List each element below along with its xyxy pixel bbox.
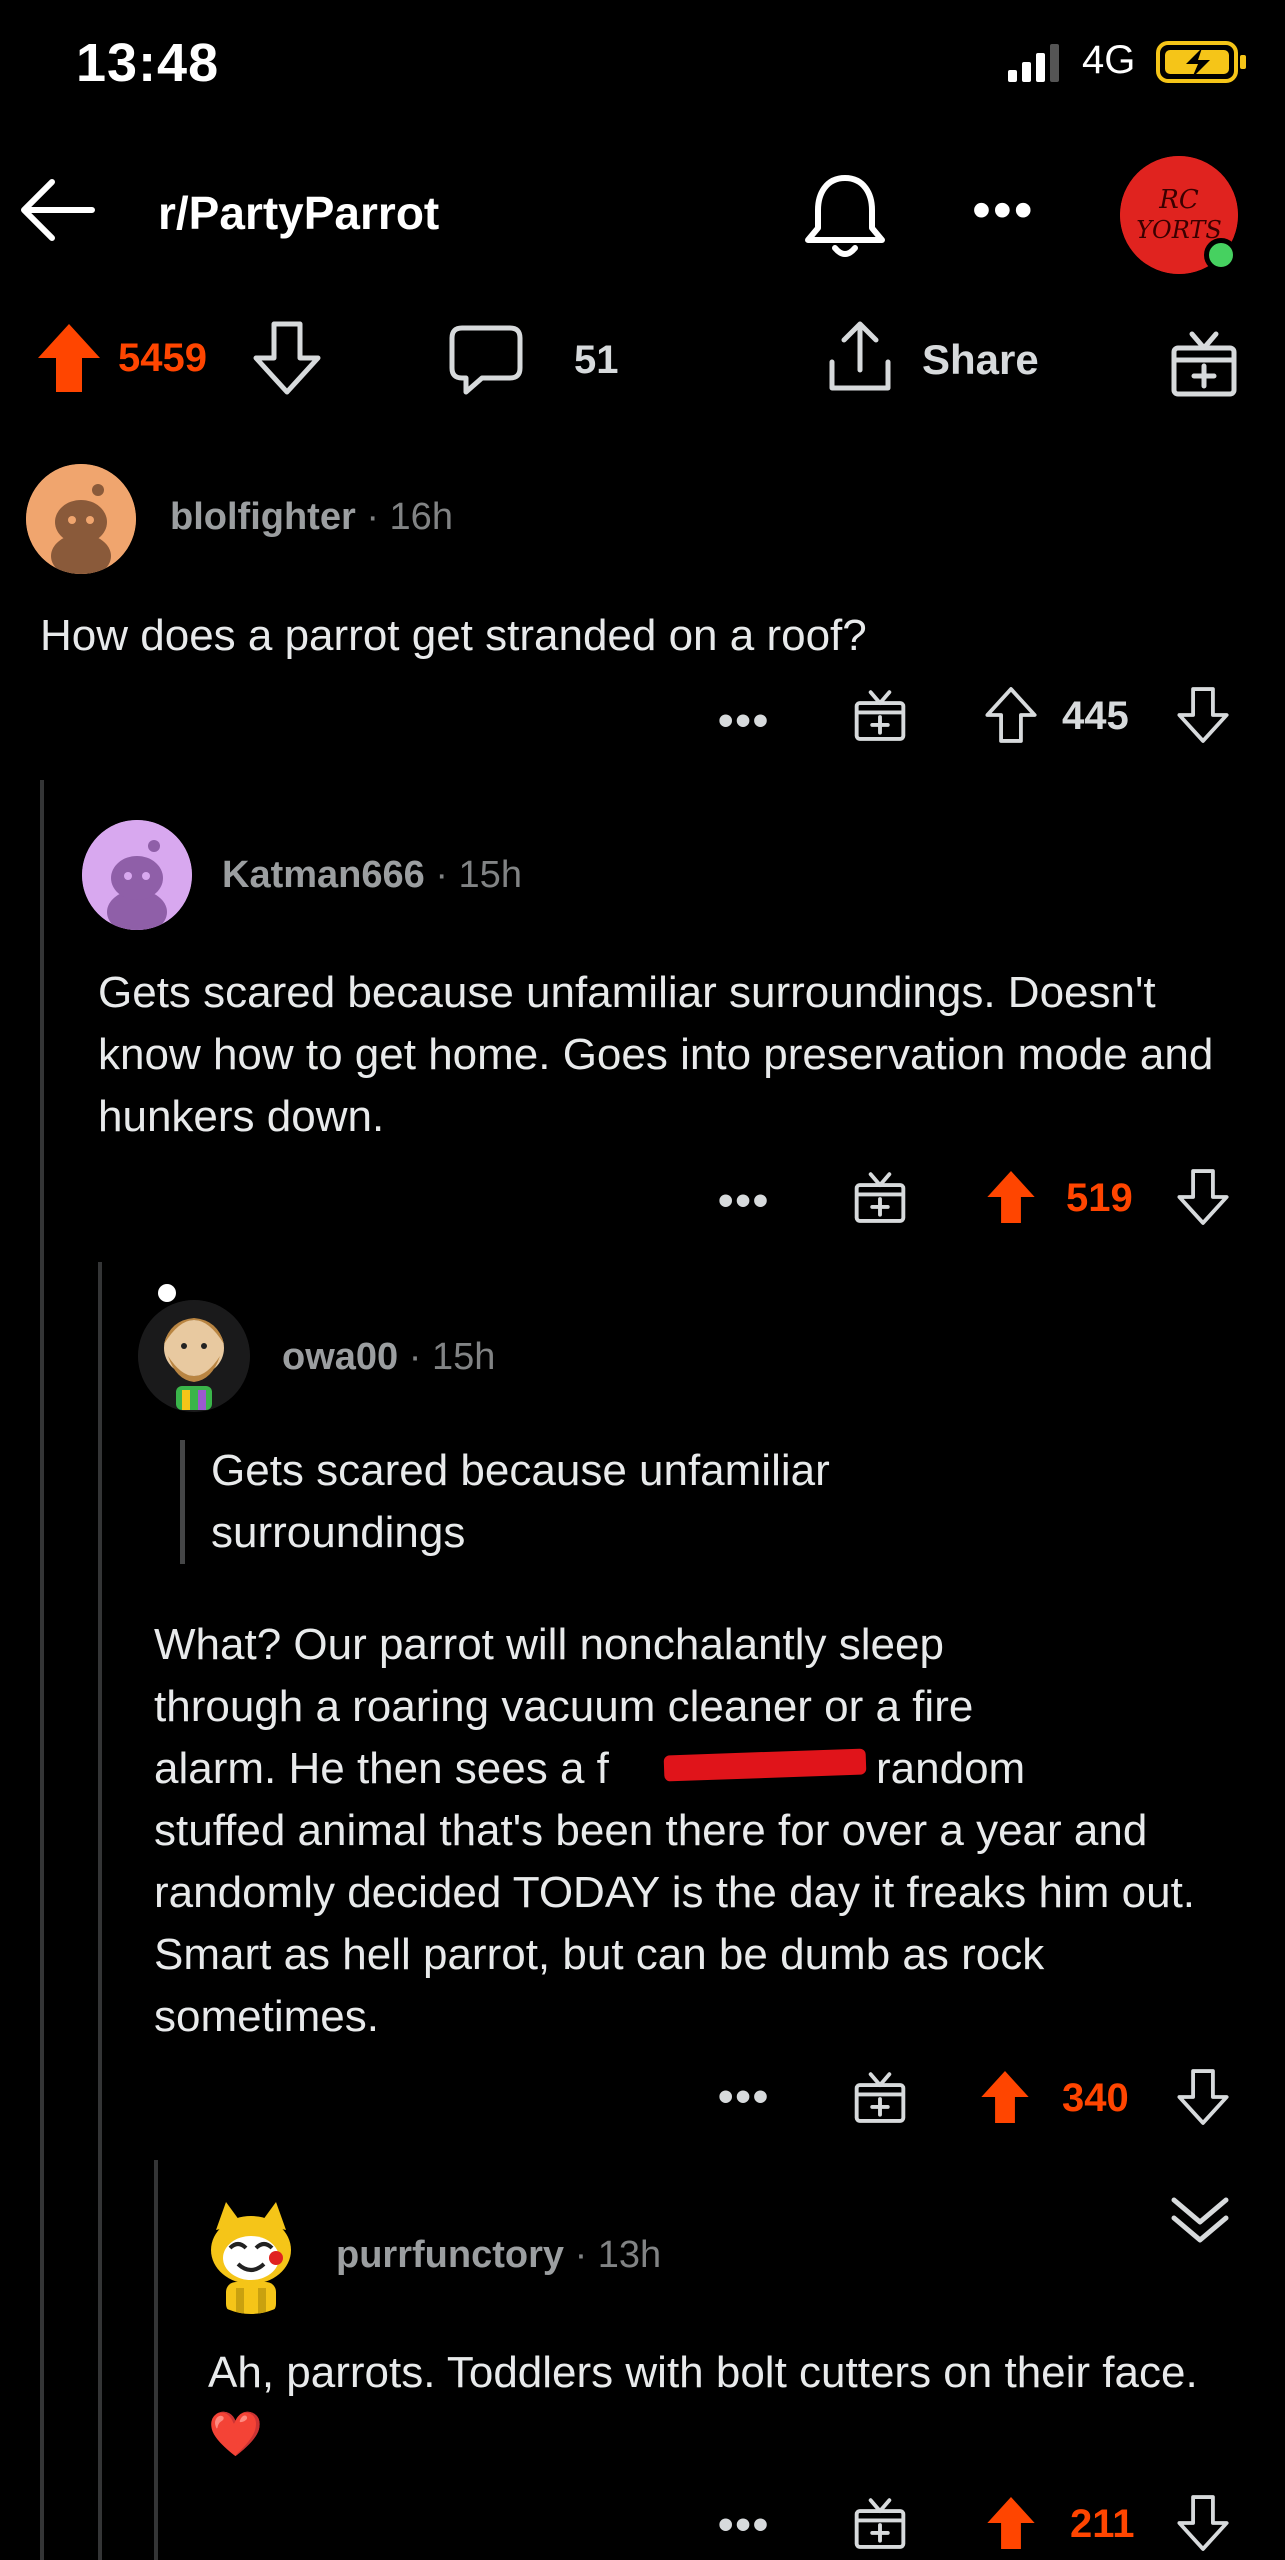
comment-score: 445 xyxy=(1062,694,1129,738)
comment-downvote-icon[interactable] xyxy=(1176,1168,1230,1226)
comment-body-line: random xyxy=(876,1744,1026,1793)
snoo-avatar-icon xyxy=(26,464,136,574)
post-downvote-icon[interactable] xyxy=(252,320,322,396)
comment-username[interactable]: owa00 xyxy=(282,1336,398,1378)
svg-text:RC: RC xyxy=(1158,185,1199,215)
comment-more-icon[interactable]: ••• xyxy=(718,1176,770,1226)
comment-age: 13h xyxy=(597,2234,662,2276)
comment-score: 211 xyxy=(1070,2502,1135,2546)
comment-upvote-icon[interactable] xyxy=(984,1168,1038,1226)
comment-body: Gets scared because unfamiliar surroundi… xyxy=(98,968,1214,1141)
comment-downvote-icon[interactable] xyxy=(1176,2068,1230,2126)
comment-more-icon[interactable]: ••• xyxy=(718,2072,770,2122)
avatar[interactable] xyxy=(138,1300,250,1412)
comment-downvote-icon[interactable] xyxy=(1176,686,1230,744)
comment-score: 519 xyxy=(1066,1176,1133,1220)
cat-avatar-icon xyxy=(192,2196,310,2314)
thread-line-level-2[interactable] xyxy=(98,1262,102,2560)
status-time: 13:48 xyxy=(76,33,220,93)
comment-age: 15h xyxy=(431,1336,496,1378)
bell-icon[interactable] xyxy=(800,168,890,264)
thread-line-level-1[interactable] xyxy=(40,780,44,2560)
award-gift-icon[interactable] xyxy=(1168,326,1240,398)
meta-separator: · xyxy=(408,1336,432,1378)
comment-score: 340 xyxy=(1062,2076,1129,2120)
share-label[interactable]: Share xyxy=(922,336,1039,384)
avatar[interactable] xyxy=(192,2196,310,2314)
post-score: 5459 xyxy=(118,336,207,380)
bearded-avatar-icon xyxy=(138,1300,250,1412)
comment-body-line: alarm. He then sees a f xyxy=(154,1744,609,1793)
comment-body-text: Ah, parrots. Toddlers with bolt cutters … xyxy=(208,2348,1198,2397)
redaction-mark xyxy=(663,1748,867,1782)
comment-upvote-icon[interactable] xyxy=(984,686,1038,744)
subreddit-title[interactable]: r/PartyParrot xyxy=(158,186,439,240)
comment-more-icon[interactable]: ••• xyxy=(718,2500,770,2550)
comment-gift-icon[interactable] xyxy=(852,1168,908,1224)
more-options-icon[interactable]: ••• xyxy=(972,183,1035,237)
meta-separator: · xyxy=(366,496,390,538)
comment-more-icon[interactable]: ••• xyxy=(718,696,770,746)
svg-text:YORTS: YORTS xyxy=(1136,216,1222,244)
comment-meta: purrfunctory · 13h xyxy=(336,2234,661,2277)
comment-age: 16h xyxy=(389,496,453,538)
comment-meta: owa00 · 15h xyxy=(282,1336,495,1379)
comment-username[interactable]: Katman666 xyxy=(222,854,425,896)
back-arrow-icon[interactable] xyxy=(12,170,102,250)
network-type: 4G xyxy=(1082,38,1136,82)
comment-body: How does a parrot get stranded on a roof… xyxy=(40,611,867,660)
post-upvote-icon[interactable] xyxy=(34,320,104,396)
heart-emoji: ❤️ xyxy=(208,2410,263,2459)
comment-gift-icon[interactable] xyxy=(852,686,908,742)
comment-body: stuffed animal that's been there for ove… xyxy=(154,1806,1196,2041)
comment-meta: blolfighter · 16h xyxy=(170,496,453,539)
comment-bubble-icon[interactable] xyxy=(448,322,524,396)
online-status-dot xyxy=(1204,238,1238,272)
comment-meta: Katman666 · 15h xyxy=(222,854,522,897)
avatar-badge-dot xyxy=(158,1284,176,1302)
collapse-chevron-icon[interactable] xyxy=(1168,2190,1232,2250)
avatar[interactable] xyxy=(82,820,192,930)
battery-charging-icon xyxy=(1156,41,1246,83)
comment-gift-icon[interactable] xyxy=(852,2494,908,2550)
signal-strength-icon xyxy=(1008,44,1059,82)
avatar[interactable] xyxy=(26,464,136,574)
meta-separator: · xyxy=(435,854,459,896)
comment-quote: Gets scared because unfamiliar surroundi… xyxy=(180,1440,1000,1564)
snoo-avatar-icon xyxy=(82,820,192,930)
comment-body-line: What? Our parrot will nonchalantly sleep xyxy=(154,1620,944,1669)
comment-upvote-icon[interactable] xyxy=(978,2068,1032,2126)
meta-separator: · xyxy=(574,2234,598,2276)
thread-line-level-3[interactable] xyxy=(154,2160,158,2560)
comment-downvote-icon[interactable] xyxy=(1176,2494,1230,2552)
comment-username[interactable]: purrfunctory xyxy=(336,2234,564,2276)
comment-body-line: through a roaring vacuum cleaner or a fi… xyxy=(154,1682,974,1731)
comment-age: 15h xyxy=(458,854,522,896)
comment-body: Ah, parrots. Toddlers with bolt cutters … xyxy=(208,2342,1238,2466)
comment-gift-icon[interactable] xyxy=(852,2068,908,2124)
share-icon[interactable] xyxy=(820,318,900,398)
comment-count: 51 xyxy=(574,338,619,382)
comment-username[interactable]: blolfighter xyxy=(170,496,356,538)
comment-upvote-icon[interactable] xyxy=(984,2494,1038,2552)
